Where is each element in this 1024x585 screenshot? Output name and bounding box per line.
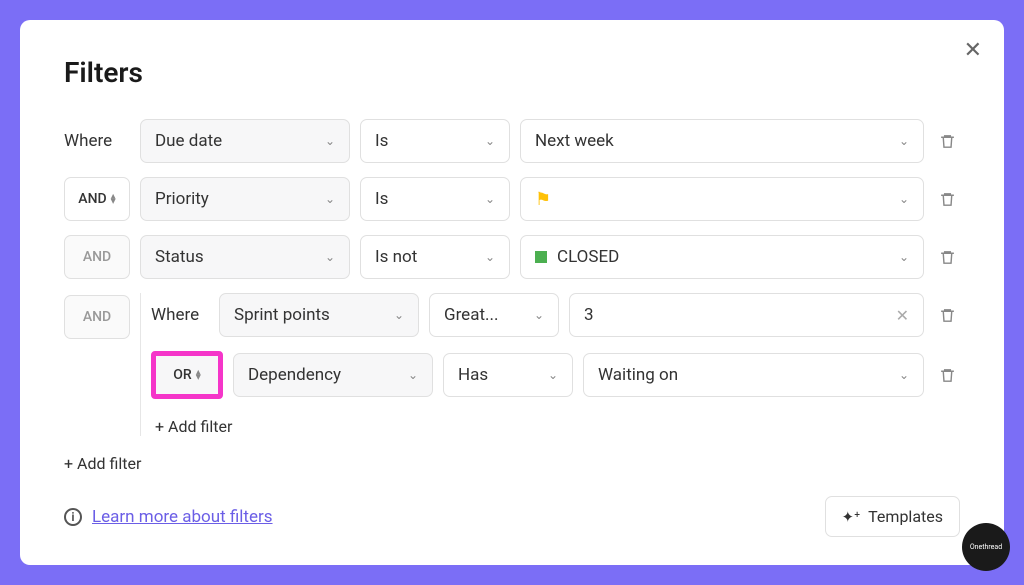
delete-icon[interactable]	[934, 249, 960, 266]
operator-select: AND	[64, 235, 130, 279]
field-select[interactable]: Status ⌄	[140, 235, 350, 279]
field-value: Due date	[155, 131, 222, 151]
condition-select[interactable]: Great... ⌄	[429, 293, 559, 337]
info-icon: i	[64, 508, 82, 526]
field-select[interactable]: Priority ⌄	[140, 177, 350, 221]
close-icon[interactable]: ✕	[964, 40, 982, 62]
value-select[interactable]: CLOSED ⌄	[520, 235, 924, 279]
condition-value: Is	[375, 189, 388, 209]
learn-more-link[interactable]: i Learn more about filters	[64, 507, 273, 527]
operator-value: AND	[83, 249, 111, 265]
condition-select[interactable]: Is not ⌄	[360, 235, 510, 279]
add-filter-button[interactable]: + Add filter	[155, 417, 960, 436]
chevron-down-icon: ⌄	[325, 192, 335, 206]
chevron-down-icon: ⌄	[485, 134, 495, 148]
condition-select[interactable]: Has ⌄	[443, 353, 573, 397]
where-label: Where	[151, 305, 209, 325]
value-select[interactable]: ⚑ ⌄	[520, 177, 924, 221]
delete-icon[interactable]	[934, 307, 960, 324]
sort-icon: ▴▾	[111, 194, 116, 204]
page-title: Filters	[64, 56, 960, 89]
filter-row: AND ▴▾ Priority ⌄ Is ⌄ ⚑ ⌄	[64, 177, 960, 221]
field-select[interactable]: Due date ⌄	[140, 119, 350, 163]
operator-select[interactable]: AND ▴▾	[64, 177, 130, 221]
flag-icon: ⚑	[535, 189, 551, 210]
value-input[interactable]: 3 ✕	[569, 293, 924, 337]
operator-value: AND	[83, 309, 111, 325]
chevron-down-icon: ⌄	[534, 308, 544, 322]
delete-icon[interactable]	[934, 367, 960, 384]
value-select[interactable]: Waiting on ⌄	[583, 353, 924, 397]
brand-text: Onethread	[970, 543, 1002, 551]
value-text: CLOSED	[557, 247, 619, 267]
condition-value: Is not	[375, 247, 417, 267]
add-filter-label: + Add filter	[64, 454, 141, 473]
filter-row: Where Due date ⌄ Is ⌄ Next week ⌄	[64, 119, 960, 163]
delete-icon[interactable]	[934, 191, 960, 208]
chevron-down-icon: ⌄	[899, 134, 909, 148]
where-label: Where	[64, 131, 130, 151]
add-filter-button[interactable]: + Add filter	[64, 454, 960, 473]
filter-row: OR ▴▾ Dependency ⌄ Has ⌄ Waiting on	[151, 351, 960, 399]
templates-button[interactable]: ✦⁺ Templates	[825, 496, 960, 537]
brand-badge: Onethread	[962, 523, 1010, 571]
operator-value: AND	[78, 191, 106, 207]
field-value: Status	[155, 247, 204, 267]
filters-modal: ✕ Filters Where Due date ⌄ Is ⌄ Next wee…	[20, 20, 1004, 565]
chevron-down-icon: ⌄	[899, 192, 909, 206]
chevron-down-icon: ⌄	[899, 368, 909, 382]
filter-rows: Where Due date ⌄ Is ⌄ Next week ⌄ AND ▴▾	[64, 119, 960, 473]
sparkle-icon: ✦⁺	[842, 508, 861, 526]
field-select[interactable]: Dependency ⌄	[233, 353, 433, 397]
condition-value: Has	[458, 365, 488, 385]
value-text: 3	[584, 305, 594, 325]
nested-filter-group: AND Where Sprint points ⌄ Great... ⌄ 3	[64, 293, 960, 436]
chevron-down-icon: ⌄	[485, 250, 495, 264]
condition-value: Great...	[444, 305, 498, 325]
chevron-down-icon: ⌄	[548, 368, 558, 382]
condition-select[interactable]: Is ⌄	[360, 119, 510, 163]
field-value: Sprint points	[234, 305, 330, 325]
learn-more-text[interactable]: Learn more about filters	[92, 507, 273, 527]
value-text: Next week	[535, 131, 614, 151]
status-square-icon	[535, 251, 547, 263]
delete-icon[interactable]	[934, 133, 960, 150]
field-value: Dependency	[248, 365, 341, 385]
field-select[interactable]: Sprint points ⌄	[219, 293, 419, 337]
sort-icon: ▴▾	[196, 370, 201, 380]
footer: i Learn more about filters ✦⁺ Templates	[64, 496, 960, 537]
nested-rows: Where Sprint points ⌄ Great... ⌄ 3 ✕	[140, 293, 960, 436]
add-filter-label: + Add filter	[155, 417, 232, 436]
clear-icon[interactable]: ✕	[896, 306, 909, 325]
operator-value: OR	[173, 367, 191, 383]
operator-select: AND	[64, 295, 130, 339]
highlighted-operator: OR ▴▾	[151, 351, 223, 399]
value-text: Waiting on	[598, 365, 678, 385]
filter-row: AND Status ⌄ Is not ⌄ CLOSED ⌄	[64, 235, 960, 279]
condition-value: Is	[375, 131, 388, 151]
chevron-down-icon: ⌄	[325, 250, 335, 264]
chevron-down-icon: ⌄	[394, 308, 404, 322]
condition-select[interactable]: Is ⌄	[360, 177, 510, 221]
operator-select[interactable]: OR ▴▾	[156, 356, 218, 394]
templates-label: Templates	[868, 507, 943, 526]
chevron-down-icon: ⌄	[325, 134, 335, 148]
chevron-down-icon: ⌄	[899, 250, 909, 264]
field-value: Priority	[155, 189, 209, 209]
value-select[interactable]: Next week ⌄	[520, 119, 924, 163]
filter-row: Where Sprint points ⌄ Great... ⌄ 3 ✕	[151, 293, 960, 337]
chevron-down-icon: ⌄	[408, 368, 418, 382]
chevron-down-icon: ⌄	[485, 192, 495, 206]
